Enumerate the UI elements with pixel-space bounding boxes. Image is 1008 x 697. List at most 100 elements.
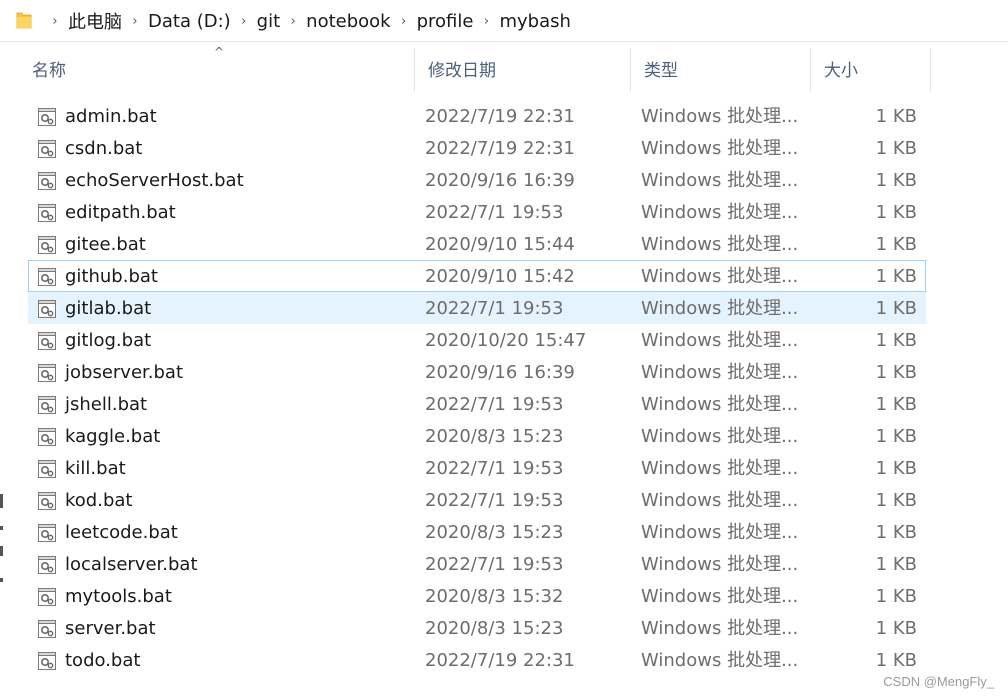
file-name: jobserver.bat bbox=[65, 362, 184, 383]
file-size: 1 KB bbox=[875, 234, 917, 255]
file-row[interactable]: jobserver.bat 2020/9/16 16:39 Windows 批处理.… bbox=[28, 356, 926, 388]
breadcrumb: › 此电脑 › Data (D:) › git › notebook › profile › myba… bbox=[44, 0, 573, 42]
file-name: github.bat bbox=[65, 266, 158, 287]
chevron-right-icon[interactable]: › bbox=[282, 14, 304, 29]
breadcrumb-item[interactable]: mybash bbox=[497, 11, 572, 32]
watermark: CSDN @MengFly_ bbox=[883, 674, 994, 689]
file-modified-date: 2020/8/3 15:23 bbox=[425, 522, 564, 543]
file-explorer-window: › 此电脑 › Data (D:) › git › notebook › profile › myba… bbox=[0, 0, 1008, 697]
file-type: Windows 批处理... bbox=[641, 618, 799, 639]
file-type: Windows 批处理... bbox=[641, 202, 799, 223]
file-type: Windows 批处理... bbox=[641, 266, 799, 287]
breadcrumb-item[interactable]: Data (D:) bbox=[146, 11, 233, 32]
breadcrumb-item[interactable]: profile bbox=[415, 11, 476, 32]
file-type: Windows 批处理... bbox=[641, 138, 799, 159]
column-header-type[interactable]: 类型 bbox=[630, 48, 810, 92]
file-size: 1 KB bbox=[875, 618, 917, 639]
file-type: Windows 批处理... bbox=[641, 554, 799, 575]
file-modified-date: 2022/7/1 19:53 bbox=[425, 458, 564, 479]
pane-edge-mark bbox=[0, 546, 3, 556]
file-row[interactable]: localserver.bat 2022/7/1 19:53 Windows 批处理… bbox=[28, 548, 926, 580]
file-modified-date: 2022/7/19 22:31 bbox=[425, 650, 575, 671]
breadcrumb-item[interactable]: notebook bbox=[304, 11, 392, 32]
batch-file-icon bbox=[38, 524, 56, 542]
file-size: 1 KB bbox=[875, 362, 917, 383]
column-header-size[interactable]: 大小 bbox=[810, 48, 930, 92]
batch-file-icon bbox=[38, 588, 56, 606]
file-type: Windows 批处理... bbox=[641, 106, 799, 127]
pane-edge-mark bbox=[0, 494, 3, 508]
file-name: kaggle.bat bbox=[65, 426, 161, 447]
file-size: 1 KB bbox=[875, 426, 917, 447]
file-modified-date: 2022/7/1 19:53 bbox=[425, 298, 564, 319]
file-type: Windows 批处理... bbox=[641, 170, 799, 191]
file-size: 1 KB bbox=[875, 522, 917, 543]
column-header-date[interactable]: 修改日期 bbox=[414, 48, 630, 92]
file-size: 1 KB bbox=[875, 266, 917, 287]
column-header-row: 名称 ^ 修改日期 类型 大小 bbox=[18, 46, 932, 92]
file-size: 1 KB bbox=[875, 298, 917, 319]
file-type: Windows 批处理... bbox=[641, 394, 799, 415]
file-modified-date: 2020/10/20 15:47 bbox=[425, 330, 587, 351]
file-modified-date: 2020/8/3 15:23 bbox=[425, 426, 564, 447]
batch-file-icon bbox=[38, 332, 56, 350]
pane-edge-mark bbox=[0, 526, 3, 530]
file-size: 1 KB bbox=[875, 202, 917, 223]
file-name: echoServerHost.bat bbox=[65, 170, 244, 191]
batch-file-icon bbox=[38, 108, 56, 126]
file-row[interactable]: gitlog.bat 2020/10/20 15:47 Windows 批处理...… bbox=[28, 324, 926, 356]
file-type: Windows 批处理... bbox=[641, 650, 799, 671]
file-row[interactable]: mytools.bat 2020/8/3 15:32 Windows 批处理... 1… bbox=[28, 580, 926, 612]
file-size: 1 KB bbox=[875, 106, 917, 127]
batch-file-icon bbox=[38, 204, 56, 222]
file-name: kod.bat bbox=[65, 490, 133, 511]
batch-file-icon bbox=[38, 396, 56, 414]
chevron-right-icon[interactable]: › bbox=[393, 14, 415, 29]
batch-file-icon bbox=[38, 236, 56, 254]
file-row[interactable]: server.bat 2020/8/3 15:23 Windows 批处理... 1 … bbox=[28, 612, 926, 644]
batch-file-icon bbox=[38, 140, 56, 158]
column-divider[interactable] bbox=[930, 48, 931, 92]
file-name: csdn.bat bbox=[65, 138, 143, 159]
breadcrumb-item[interactable]: 此电脑 bbox=[66, 8, 124, 34]
file-row[interactable]: todo.bat 2022/7/19 22:31 Windows 批处理... 1 K… bbox=[28, 644, 926, 676]
batch-file-icon bbox=[38, 492, 56, 510]
file-type: Windows 批处理... bbox=[641, 330, 799, 351]
file-row[interactable]: github.bat 2020/9/10 15:42 Windows 批处理... 1… bbox=[28, 260, 926, 292]
file-modified-date: 2020/9/10 15:42 bbox=[425, 266, 575, 287]
address-bar[interactable]: › 此电脑 › Data (D:) › git › notebook › profile › myba… bbox=[0, 0, 1008, 42]
file-type: Windows 批处理... bbox=[641, 490, 799, 511]
file-row[interactable]: csdn.bat 2022/7/19 22:31 Windows 批处理... 1 K… bbox=[28, 132, 926, 164]
chevron-right-icon[interactable]: › bbox=[233, 14, 255, 29]
file-row[interactable]: echoServerHost.bat 2020/9/16 16:39 Windows… bbox=[28, 164, 926, 196]
chevron-right-icon[interactable]: › bbox=[44, 14, 66, 29]
file-type: Windows 批处理... bbox=[641, 586, 799, 607]
chevron-right-icon[interactable]: › bbox=[124, 14, 146, 29]
file-type: Windows 批处理... bbox=[641, 426, 799, 447]
file-row[interactable]: gitlab.bat 2022/7/1 19:53 Windows 批处理... 1 … bbox=[28, 292, 926, 324]
file-row[interactable]: kill.bat 2022/7/1 19:53 Windows 批处理... 1 KB bbox=[28, 452, 926, 484]
file-name: jshell.bat bbox=[65, 394, 148, 415]
file-row[interactable]: leetcode.bat 2020/8/3 15:23 Windows 批处理...… bbox=[28, 516, 926, 548]
file-row[interactable]: editpath.bat 2022/7/1 19:53 Windows 批处理...… bbox=[28, 196, 926, 228]
file-row[interactable]: kod.bat 2022/7/1 19:53 Windows 批处理... 1 KB bbox=[28, 484, 926, 516]
file-modified-date: 2020/9/16 16:39 bbox=[425, 362, 575, 383]
breadcrumb-item[interactable]: git bbox=[255, 11, 282, 32]
batch-file-icon bbox=[38, 428, 56, 446]
file-size: 1 KB bbox=[875, 138, 917, 159]
file-row[interactable]: admin.bat 2022/7/19 22:31 Windows 批处理... 1 … bbox=[28, 100, 926, 132]
file-row[interactable]: kaggle.bat 2020/8/3 15:23 Windows 批处理... 1 … bbox=[28, 420, 926, 452]
file-name: editpath.bat bbox=[65, 202, 176, 223]
file-size: 1 KB bbox=[875, 170, 917, 191]
file-row[interactable]: jshell.bat 2022/7/1 19:53 Windows 批处理... 1 … bbox=[28, 388, 926, 420]
file-size: 1 KB bbox=[875, 394, 917, 415]
batch-file-icon bbox=[38, 460, 56, 478]
file-name: server.bat bbox=[65, 618, 156, 639]
file-modified-date: 2020/8/3 15:32 bbox=[425, 586, 564, 607]
file-row[interactable]: gitee.bat 2020/9/10 15:44 Windows 批处理... 1 … bbox=[28, 228, 926, 260]
batch-file-icon bbox=[38, 620, 56, 638]
folder-icon bbox=[16, 12, 32, 29]
chevron-right-icon[interactable]: › bbox=[475, 14, 497, 29]
file-name: mytools.bat bbox=[65, 586, 172, 607]
file-name: gitlog.bat bbox=[65, 330, 152, 351]
